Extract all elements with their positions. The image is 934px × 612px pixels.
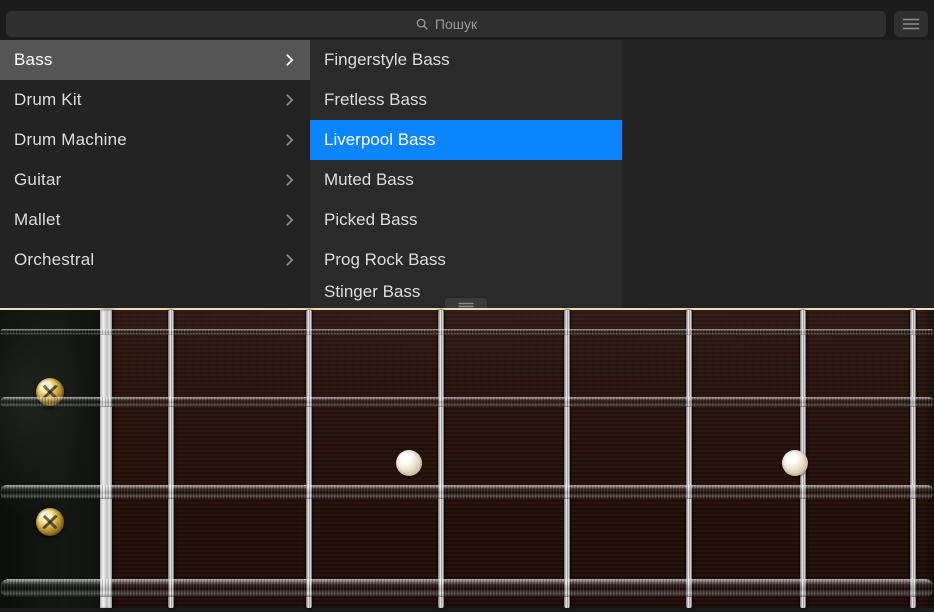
category-list[interactable]: Bass Drum Kit Drum Machine Guitar Mallet Orch… <box>0 40 310 308</box>
nut <box>100 310 112 608</box>
fret-marker-dot <box>782 450 808 476</box>
edge-shadow <box>922 310 934 608</box>
chevron-right-icon <box>285 253 294 267</box>
category-label: Drum Machine <box>14 130 127 150</box>
category-label: Bass <box>14 50 53 70</box>
preset-label: Fretless Bass <box>324 90 427 110</box>
search-input[interactable]: Пошук <box>6 11 886 37</box>
category-label: Orchestral <box>14 250 94 270</box>
preset-item[interactable]: Fretless Bass <box>310 80 622 120</box>
category-label: Drum Kit <box>14 90 82 110</box>
preset-list[interactable]: Fingerstyle Bass Fretless Bass Liverpool B… <box>310 40 622 308</box>
chevron-right-icon <box>285 53 294 67</box>
fret <box>168 310 174 608</box>
chevron-right-icon <box>285 93 294 107</box>
category-label: Mallet <box>14 210 61 230</box>
preset-label: Muted Bass <box>324 170 414 190</box>
search-icon <box>415 17 429 31</box>
instrument-browser: Bass Drum Kit Drum Machine Guitar Mallet Orch… <box>0 40 934 308</box>
preset-item[interactable]: Picked Bass <box>310 200 622 240</box>
category-item[interactable]: Drum Machine <box>0 120 310 160</box>
fret <box>306 310 312 608</box>
category-item[interactable]: Mallet <box>0 200 310 240</box>
preset-label: Stinger Bass <box>324 282 420 302</box>
fret-marker-dot <box>396 450 422 476</box>
app-root: Пошук Bass Drum Kit Drum Machine Guitar Mall… <box>0 0 934 612</box>
preset-item[interactable]: Liverpool Bass <box>310 120 622 160</box>
chevron-right-icon <box>285 213 294 227</box>
preset-item[interactable]: Prog Rock Bass <box>310 240 622 280</box>
category-item[interactable]: Guitar <box>0 160 310 200</box>
fret <box>438 310 444 608</box>
hamburger-icon <box>902 18 920 30</box>
category-item[interactable]: Bass <box>0 40 310 80</box>
category-label: Guitar <box>14 170 62 190</box>
preset-item[interactable]: Fingerstyle Bass <box>310 40 622 80</box>
bass-fretboard[interactable] <box>0 308 934 608</box>
preset-label: Picked Bass <box>324 210 418 230</box>
category-item[interactable]: Orchestral <box>0 240 310 280</box>
search-placeholder: Пошук <box>435 16 477 32</box>
headstock <box>0 310 108 608</box>
browser-empty-area <box>622 40 934 308</box>
tuning-screw <box>36 508 64 536</box>
preset-label: Fingerstyle Bass <box>324 50 450 70</box>
menu-button[interactable] <box>894 11 928 37</box>
search-row: Пошук <box>0 0 934 40</box>
preset-label: Liverpool Bass <box>324 130 436 150</box>
chevron-right-icon <box>285 133 294 147</box>
fret <box>686 310 692 608</box>
fret <box>910 310 916 608</box>
fret <box>564 310 570 608</box>
chevron-right-icon <box>285 173 294 187</box>
preset-item[interactable]: Muted Bass <box>310 160 622 200</box>
preset-label: Prog Rock Bass <box>324 250 446 270</box>
category-item[interactable]: Drum Kit <box>0 80 310 120</box>
